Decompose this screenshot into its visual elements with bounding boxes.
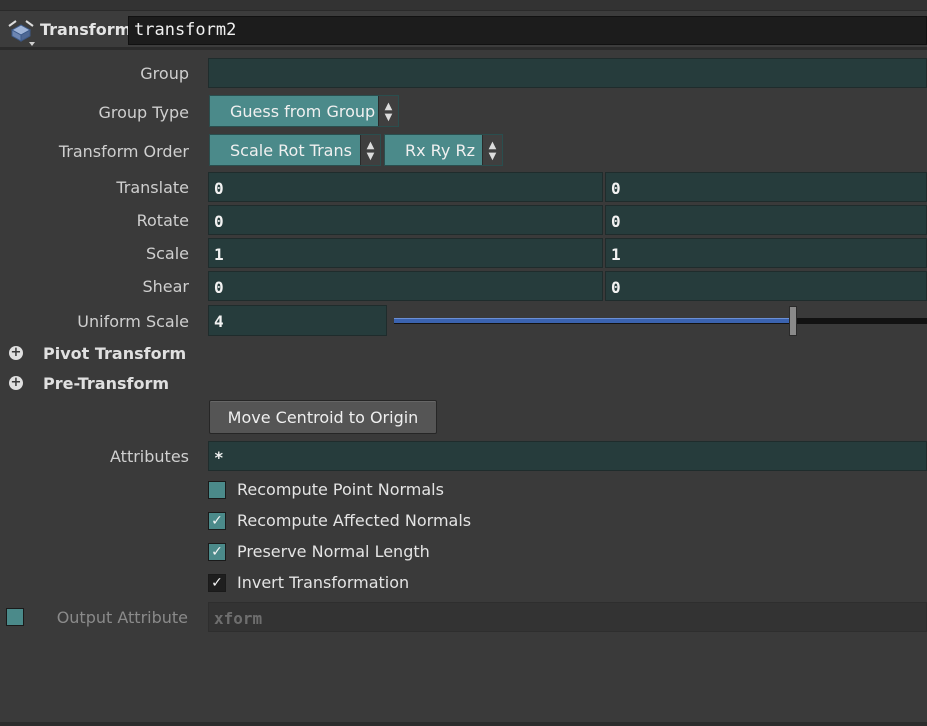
scale-y-field[interactable]: 1 xyxy=(605,238,927,268)
header-divider xyxy=(0,47,927,50)
check-icon: ✓ xyxy=(211,575,223,591)
attributes-field[interactable]: * xyxy=(208,441,927,471)
check-icon: ✓ xyxy=(211,544,223,560)
group-label: Group xyxy=(140,64,189,83)
scale-label: Scale xyxy=(145,244,189,263)
invert-transformation-label: Invert Transformation xyxy=(237,573,410,592)
group-field[interactable] xyxy=(208,58,927,88)
translate-y-field[interactable]: 0 xyxy=(605,172,927,202)
transform-order-value: Scale Rot Trans xyxy=(230,141,352,160)
check-icon: ✓ xyxy=(211,513,223,529)
transform-order-menu[interactable]: Scale Rot Trans ▲ ▼ xyxy=(209,134,381,166)
transform-node-icon[interactable] xyxy=(6,16,36,46)
group-type-menu[interactable]: Guess from Group ▲ ▼ xyxy=(209,95,399,127)
output-attribute-toggle[interactable] xyxy=(6,608,24,626)
output-attribute-label: Output Attribute xyxy=(56,608,188,627)
pivot-transform-folder[interactable]: Pivot Transform xyxy=(43,344,186,363)
transform-order-label: Transform Order xyxy=(58,142,189,161)
group-type-value: Guess from Group xyxy=(230,102,376,121)
attributes-label: Attributes xyxy=(110,447,189,466)
preserve-normal-length-checkbox[interactable]: ✓ xyxy=(208,543,226,561)
scale-x-field[interactable]: 1 xyxy=(208,238,603,268)
shear-label: Shear xyxy=(142,277,189,296)
rotate-y-field[interactable]: 0 xyxy=(605,205,927,235)
menu-arrows-icon: ▲ ▼ xyxy=(378,96,398,126)
recompute-point-normals-label: Recompute Point Normals xyxy=(237,480,444,499)
shear-x-field[interactable]: 0 xyxy=(208,271,603,301)
rotate-label: Rotate xyxy=(136,211,189,230)
bottom-divider xyxy=(0,722,927,726)
rotation-order-value: Rx Ry Rz xyxy=(405,141,475,160)
menu-arrows-icon: ▲ ▼ xyxy=(482,135,502,165)
group-type-label: Group Type xyxy=(98,103,189,122)
node-type-label: Transform xyxy=(40,20,132,39)
rotation-order-menu[interactable]: Rx Ry Rz ▲ ▼ xyxy=(384,134,503,166)
uniform-scale-slider-fill xyxy=(394,318,792,323)
invert-transformation-checkbox[interactable]: ✓ xyxy=(208,574,226,592)
preserve-normal-length-label: Preserve Normal Length xyxy=(237,542,430,561)
recompute-affected-normals-label: Recompute Affected Normals xyxy=(237,511,472,530)
expand-plus-icon[interactable]: + xyxy=(9,346,23,360)
uniform-scale-slider-handle[interactable] xyxy=(789,306,797,336)
translate-label: Translate xyxy=(116,178,189,197)
shear-y-field[interactable]: 0 xyxy=(605,271,927,301)
pre-transform-folder[interactable]: Pre-Transform xyxy=(43,374,169,393)
expand-plus-icon[interactable]: + xyxy=(9,376,23,390)
recompute-affected-normals-checkbox[interactable]: ✓ xyxy=(208,512,226,530)
translate-x-field[interactable]: 0 xyxy=(208,172,603,202)
uniform-scale-label: Uniform Scale xyxy=(77,312,189,331)
output-attribute-field[interactable]: xform xyxy=(208,602,927,632)
move-centroid-button[interactable]: Move Centroid to Origin xyxy=(209,400,437,434)
menu-arrows-icon: ▲ ▼ xyxy=(360,135,380,165)
node-name-field[interactable]: transform2 xyxy=(128,16,927,45)
uniform-scale-field[interactable]: 4 xyxy=(208,305,387,336)
top-bar xyxy=(0,0,927,11)
recompute-point-normals-checkbox[interactable] xyxy=(208,481,226,499)
rotate-x-field[interactable]: 0 xyxy=(208,205,603,235)
